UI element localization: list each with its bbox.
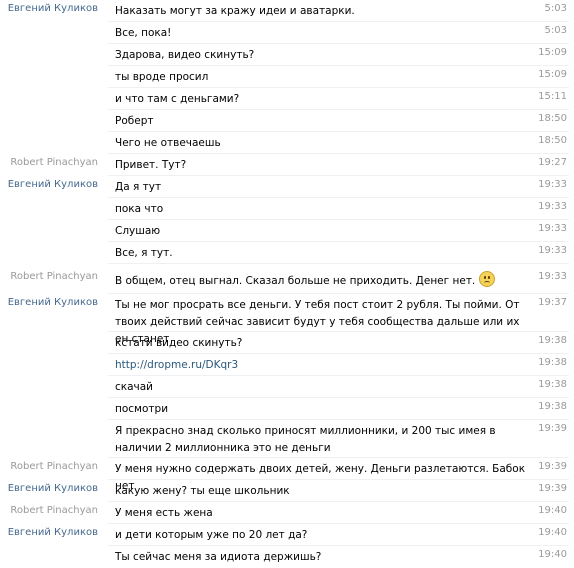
message-time: 19:40	[538, 549, 567, 560]
message-time: 19:33	[538, 201, 567, 212]
message-row: Я прекрасно знад сколько приносят миллио…	[0, 420, 574, 458]
message-text: посмотри	[115, 403, 169, 415]
message-text: Здарова, видео скинуть?	[115, 49, 255, 61]
message-row: Чего не отвечаешь 18:50	[0, 132, 574, 154]
message-row: Все, я тут. 19:33	[0, 242, 574, 264]
message-text: Роберт	[115, 115, 154, 127]
message-row: Все, пока! 5:03	[0, 22, 574, 44]
message-text: скачай	[115, 381, 154, 393]
message-time: 19:39	[538, 483, 567, 494]
message-text: какую жену? ты еще школьник	[115, 485, 290, 497]
message-time: 15:09	[538, 47, 567, 58]
message-row: Евгений Куликов Да я тут 19:33	[0, 176, 574, 198]
message-text: кстати видео скинуть?	[115, 337, 243, 349]
sender-name[interactable]: Евгений Куликов	[0, 483, 98, 494]
message-row: Слушаю 19:33	[0, 220, 574, 242]
message-time: 19:38	[538, 401, 567, 412]
message-text: Привет. Тут?	[115, 159, 187, 171]
message-time: 19:33	[538, 223, 567, 234]
message-row: Евгений Куликов и дети которым уже по 20…	[0, 524, 574, 546]
message-row: Евгений Куликов Наказать могут за кражу …	[0, 0, 574, 22]
message-row: Robert Pinachyan Привет. Тут? 19:27	[0, 154, 574, 176]
chat-history: Евгений Куликов Наказать могут за кражу …	[0, 0, 574, 568]
message-time: 19:27	[538, 157, 567, 168]
sender-name[interactable]: Robert Pinachyan	[0, 505, 98, 516]
message-time: 19:38	[538, 357, 567, 368]
message-row: Евгений Куликов какую жену? ты еще школь…	[0, 480, 574, 502]
message-time: 19:40	[538, 527, 567, 538]
message-row: пока что 19:33	[0, 198, 574, 220]
message-text: У меня есть жена	[115, 507, 213, 519]
message-time: 18:50	[538, 135, 567, 146]
message-row: кстати видео скинуть? 19:38	[0, 332, 574, 354]
message-text-content: В общем, отец выгнал. Сказал больше не п…	[115, 275, 476, 287]
message-link[interactable]: http://dropme.ru/DKqr3	[115, 357, 515, 374]
message-row: посмотри 19:38	[0, 398, 574, 420]
sad-emoji-icon	[479, 271, 496, 287]
message-time: 15:09	[538, 69, 567, 80]
message-time: 15:11	[538, 91, 567, 102]
message-time: 19:39	[538, 461, 567, 472]
message-row: Robert Pinachyan У меня нужно содержать …	[0, 458, 574, 492]
message-row: Robert Pinachyan В общем, отец выгнал. С…	[0, 268, 574, 294]
message-row: Ты сейчас меня за идиота держишь? 19:40	[0, 546, 574, 568]
message-text: Ты сейчас меня за идиота держишь?	[115, 551, 322, 563]
message-time: 19:33	[538, 179, 567, 190]
message-time: 19:33	[538, 271, 567, 282]
message-row: ты вроде просил 15:09	[0, 66, 574, 88]
sender-name[interactable]: Евгений Куликов	[0, 3, 98, 14]
message-text: и дети которым уже по 20 лет да?	[115, 529, 308, 541]
message-text: и что там с деньгами?	[115, 93, 240, 105]
message-text: Я прекрасно знад сколько приносят миллио…	[115, 425, 496, 454]
sender-name[interactable]: Robert Pinachyan	[0, 461, 98, 472]
message-row: Здарова, видео скинуть? 15:09	[0, 44, 574, 66]
message-text: В общем, отец выгнал. Сказал больше не п…	[115, 271, 515, 290]
message-text: Чего не отвечаешь	[115, 137, 221, 149]
message-time: 19:33	[538, 245, 567, 256]
message-time: 18:50	[538, 113, 567, 124]
sender-name[interactable]: Евгений Куликов	[0, 179, 98, 190]
message-time: 5:03	[544, 3, 567, 14]
message-time: 19:40	[538, 505, 567, 516]
sender-name[interactable]: Robert Pinachyan	[0, 271, 98, 282]
message-row: Евгений Куликов Ты не мог просрать все д…	[0, 294, 574, 345]
message-row: скачай 19:38	[0, 376, 574, 398]
message-time: 19:39	[538, 423, 567, 434]
message-time: 19:38	[538, 335, 567, 346]
sender-name[interactable]: Евгений Куликов	[0, 297, 98, 308]
row-divider	[108, 263, 569, 264]
message-row: Robert Pinachyan У меня есть жена 19:40	[0, 502, 574, 524]
message-text: Наказать могут за кражу идеи и аватарки.	[115, 5, 355, 17]
message-time: 5:03	[544, 25, 567, 36]
sender-name[interactable]: Евгений Куликов	[0, 527, 98, 538]
message-text: Все, я тут.	[115, 247, 173, 259]
message-text: Все, пока!	[115, 27, 172, 39]
message-text: ты вроде просил	[115, 71, 209, 83]
sender-name[interactable]: Robert Pinachyan	[0, 157, 98, 168]
message-text: пока что	[115, 203, 164, 215]
message-time: 19:37	[538, 297, 567, 308]
message-row: Роберт 18:50	[0, 110, 574, 132]
message-time: 19:38	[538, 379, 567, 390]
message-text: Слушаю	[115, 225, 161, 237]
message-text: Да я тут	[115, 181, 162, 193]
message-row: и что там с деньгами? 15:11	[0, 88, 574, 110]
message-row: http://dropme.ru/DKqr3 19:38	[0, 354, 574, 376]
